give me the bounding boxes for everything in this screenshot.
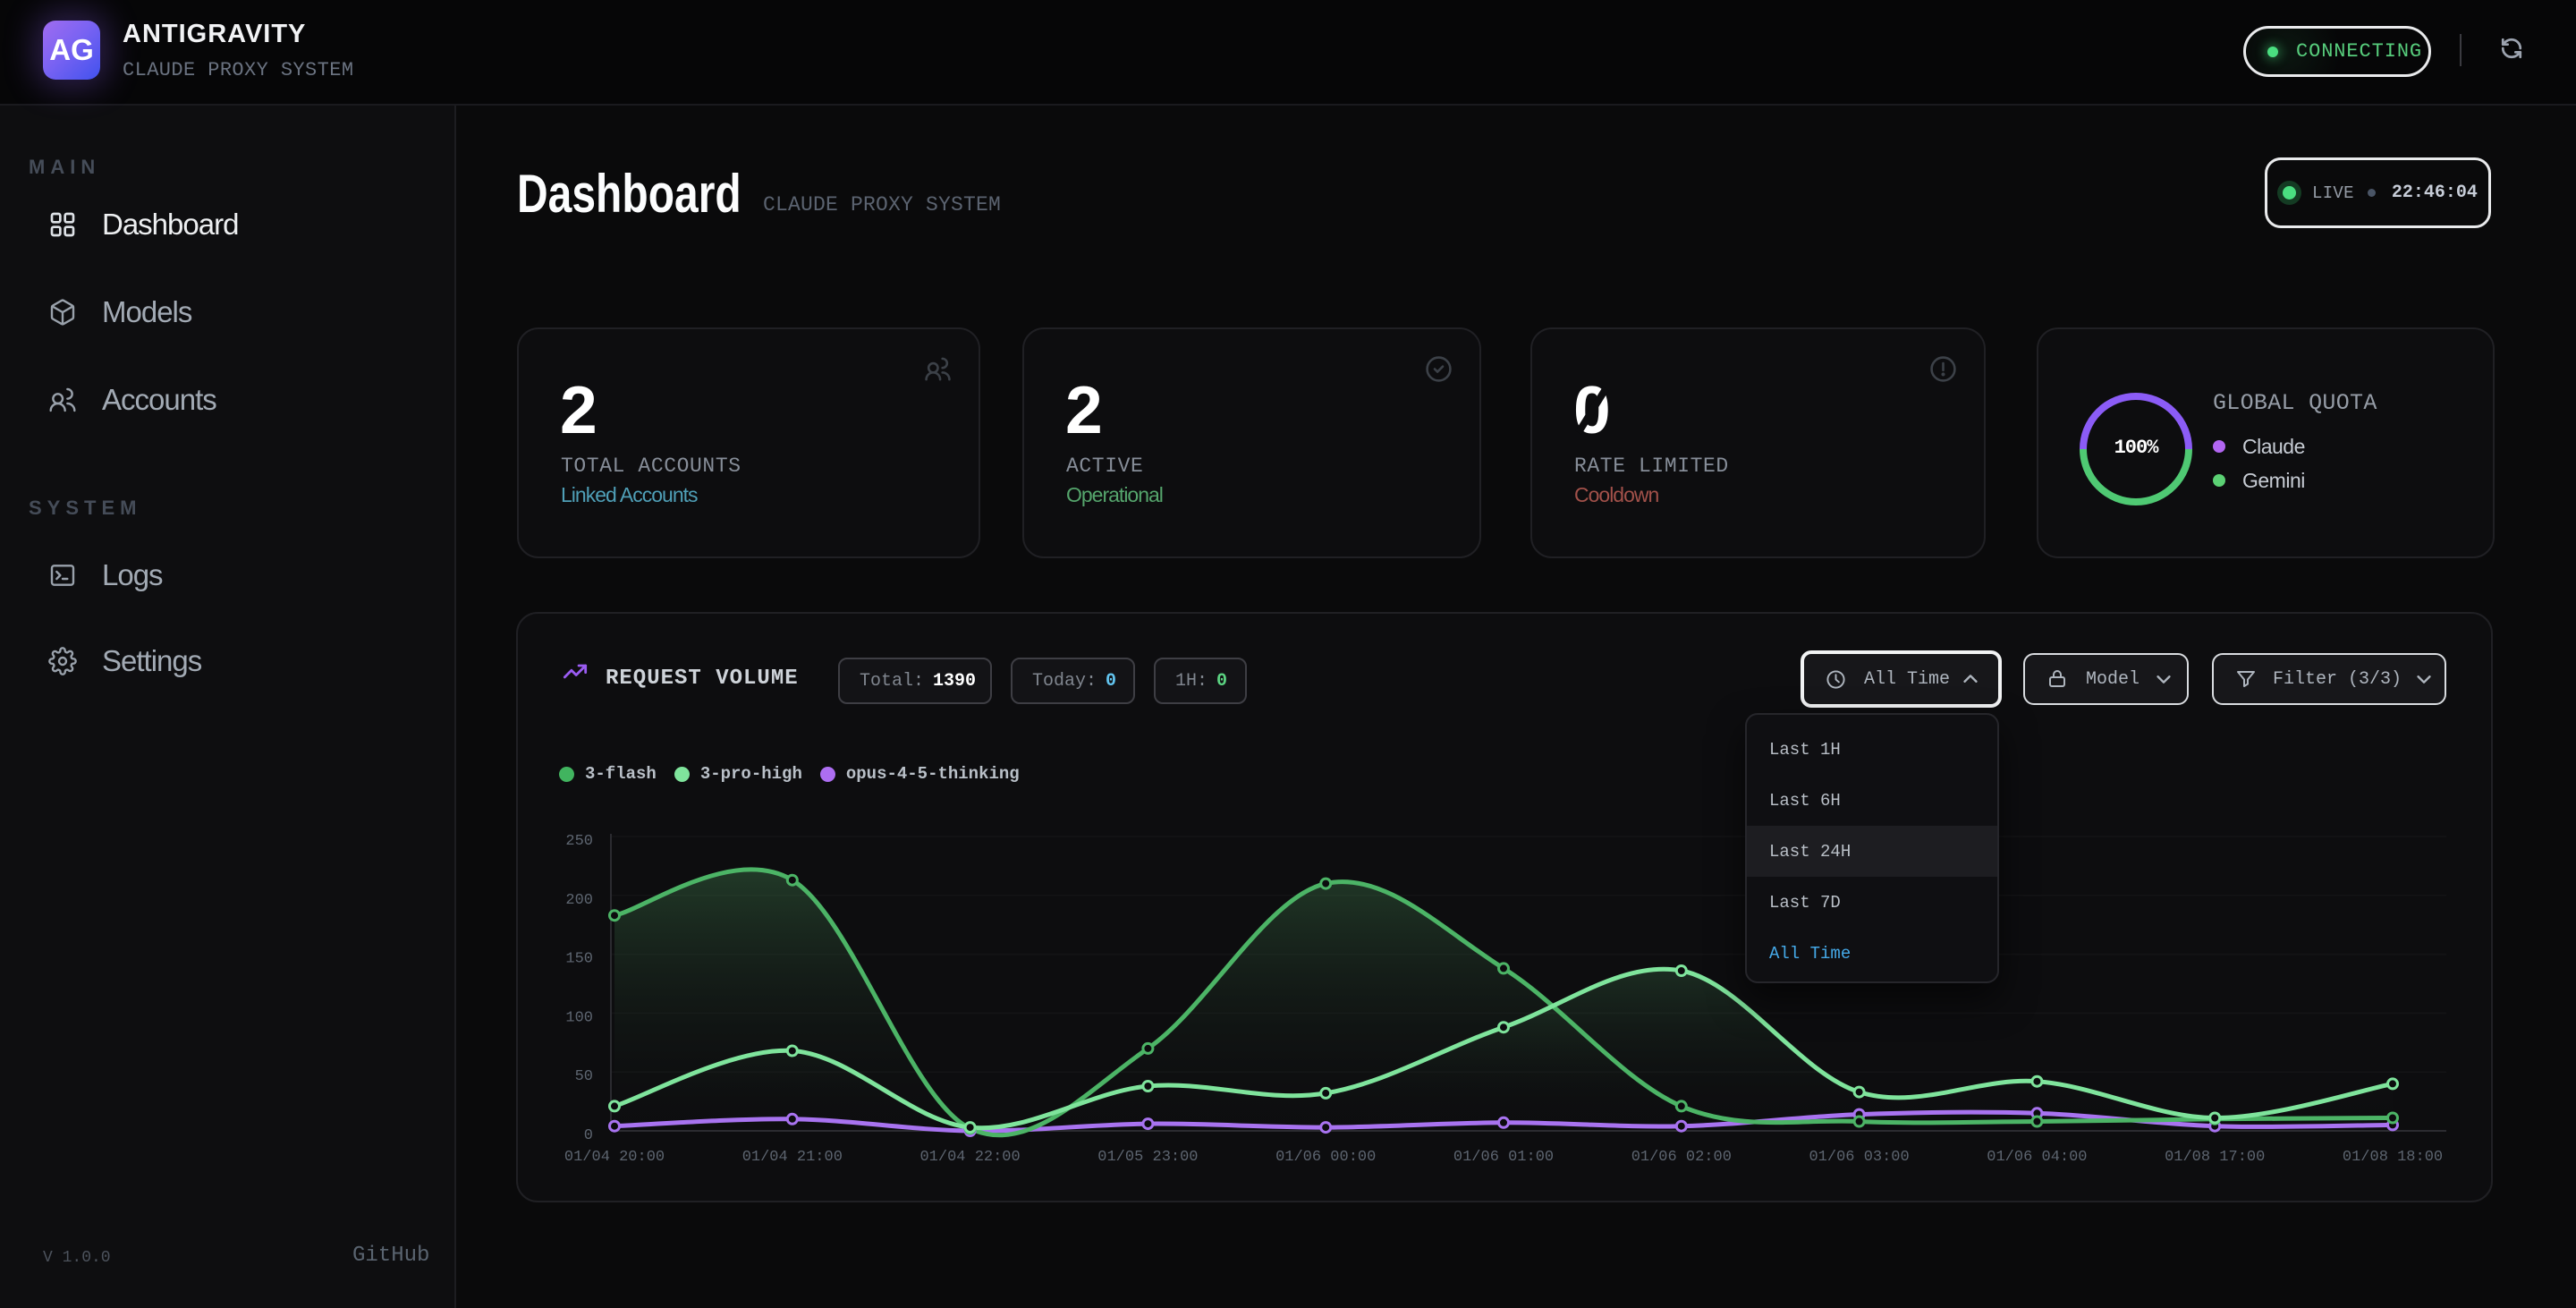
svg-text:50: 50 (575, 1068, 593, 1085)
svg-text:01/06 03:00: 01/06 03:00 (1809, 1149, 1909, 1166)
svg-text:0: 0 (584, 1127, 593, 1144)
svg-text:01/08 18:00: 01/08 18:00 (2343, 1149, 2443, 1166)
svg-text:01/08 17:00: 01/08 17:00 (2165, 1149, 2265, 1166)
svg-text:01/04 21:00: 01/04 21:00 (742, 1149, 843, 1166)
svg-text:01/06 02:00: 01/06 02:00 (1631, 1149, 1732, 1166)
svg-text:200: 200 (565, 892, 593, 909)
svg-text:01/05 23:00: 01/05 23:00 (1097, 1149, 1198, 1166)
svg-text:250: 250 (565, 833, 593, 850)
svg-text:01/04 20:00: 01/04 20:00 (564, 1149, 665, 1166)
svg-text:01/06 04:00: 01/06 04:00 (1987, 1149, 2087, 1166)
svg-text:01/06 00:00: 01/06 00:00 (1275, 1149, 1376, 1166)
svg-text:100: 100 (565, 1009, 593, 1026)
svg-text:01/04 22:00: 01/04 22:00 (919, 1149, 1020, 1166)
svg-text:01/06 01:00: 01/06 01:00 (1453, 1149, 1554, 1166)
svg-text:150: 150 (565, 951, 593, 968)
